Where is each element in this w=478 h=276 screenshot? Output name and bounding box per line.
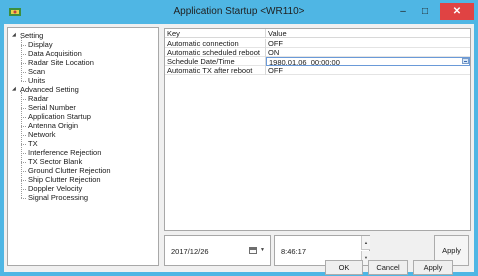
tree-item[interactable]: TX — [28, 139, 38, 148]
expanded-triangle-icon[interactable]: ◢ — [12, 85, 16, 94]
minimize-button[interactable]: – — [392, 3, 414, 20]
tree-item[interactable]: Ground Clutter Rejection — [28, 166, 111, 175]
tree-item[interactable]: TX Sector Blank — [28, 157, 82, 166]
chevron-down-icon[interactable]: ▼ — [260, 247, 265, 253]
row-key: Automatic connection — [165, 39, 266, 48]
tree-item[interactable]: Ship Clutter Rejection — [28, 175, 101, 184]
tree-item[interactable]: Interference Rejection — [28, 148, 101, 157]
row-key: Automatic scheduled reboot — [165, 48, 266, 57]
tree-item[interactable]: Serial Number — [28, 103, 76, 112]
tree-connector — [21, 92, 22, 198]
close-button[interactable]: ✕ — [440, 3, 474, 20]
title-bar[interactable]: Application Startup <WR110> – □ ✕ — [0, 0, 478, 24]
row-value[interactable]: OFF — [266, 66, 470, 75]
grid-header: Key Value — [165, 29, 470, 38]
table-row[interactable]: Automatic scheduled reboot ON — [165, 48, 470, 57]
property-grid: Key Value Automatic connection OFF Automat… — [164, 28, 471, 231]
row-key: Schedule Date/Time — [165, 57, 266, 66]
tree-group[interactable]: Advanced Setting — [20, 85, 79, 94]
date-picker[interactable]: 2017/12/26 ▼ — [164, 235, 271, 266]
tree-item[interactable]: Display — [28, 40, 53, 49]
maximize-button[interactable]: □ — [414, 3, 436, 20]
tree-connector — [21, 38, 22, 81]
tree-item[interactable]: Units — [28, 76, 45, 85]
time-value: 8:46:17 — [281, 247, 307, 256]
tree-item[interactable]: Signal Processing — [28, 193, 88, 202]
tree-item[interactable]: Radar — [28, 94, 48, 103]
date-value: 2017/12/26 — [171, 247, 209, 256]
column-header-key[interactable]: Key — [165, 29, 266, 38]
dialog-client-area: ◢ Setting Display Data Acquisition Radar Sit… — [4, 24, 474, 272]
ok-button[interactable]: OK — [325, 260, 363, 275]
tree-group[interactable]: Setting — [20, 31, 43, 40]
expanded-triangle-icon[interactable]: ◢ — [12, 31, 16, 40]
row-value[interactable]: ON — [266, 48, 470, 57]
apply-button[interactable]: Apply — [413, 260, 453, 275]
table-row[interactable]: Schedule Date/Time 1980.01.06_00:00:00 — [165, 57, 470, 66]
cancel-button[interactable]: Cancel — [368, 260, 408, 275]
tree-item[interactable]: Radar Site Location — [28, 58, 94, 67]
tree-item[interactable]: Doppler Velocity — [28, 184, 82, 193]
time-spin-up-button[interactable]: ▲ — [361, 236, 370, 250]
table-row[interactable]: Automatic connection OFF — [165, 39, 470, 48]
tree-item[interactable]: Antenna Origin — [28, 121, 78, 130]
table-row[interactable]: Automatic TX after reboot OFF — [165, 66, 470, 75]
tree-item[interactable]: Data Acquisition — [28, 49, 82, 58]
edit-value-button[interactable] — [462, 58, 469, 64]
tree-item[interactable]: Application Startup — [28, 112, 91, 121]
calendar-icon[interactable] — [249, 247, 257, 254]
tree-item[interactable]: Scan — [28, 67, 45, 76]
app-window: Application Startup <WR110> – □ ✕ ◢ Setti… — [0, 0, 478, 276]
tree-item[interactable]: Network — [28, 130, 56, 139]
row-value[interactable]: 1980.01.06_00:00:00 — [266, 57, 470, 66]
column-header-value[interactable]: Value — [266, 29, 470, 38]
row-key: Automatic TX after reboot — [165, 66, 266, 75]
row-value[interactable]: OFF — [266, 39, 470, 48]
settings-tree[interactable]: ◢ Setting Display Data Acquisition Radar Sit… — [7, 27, 159, 266]
